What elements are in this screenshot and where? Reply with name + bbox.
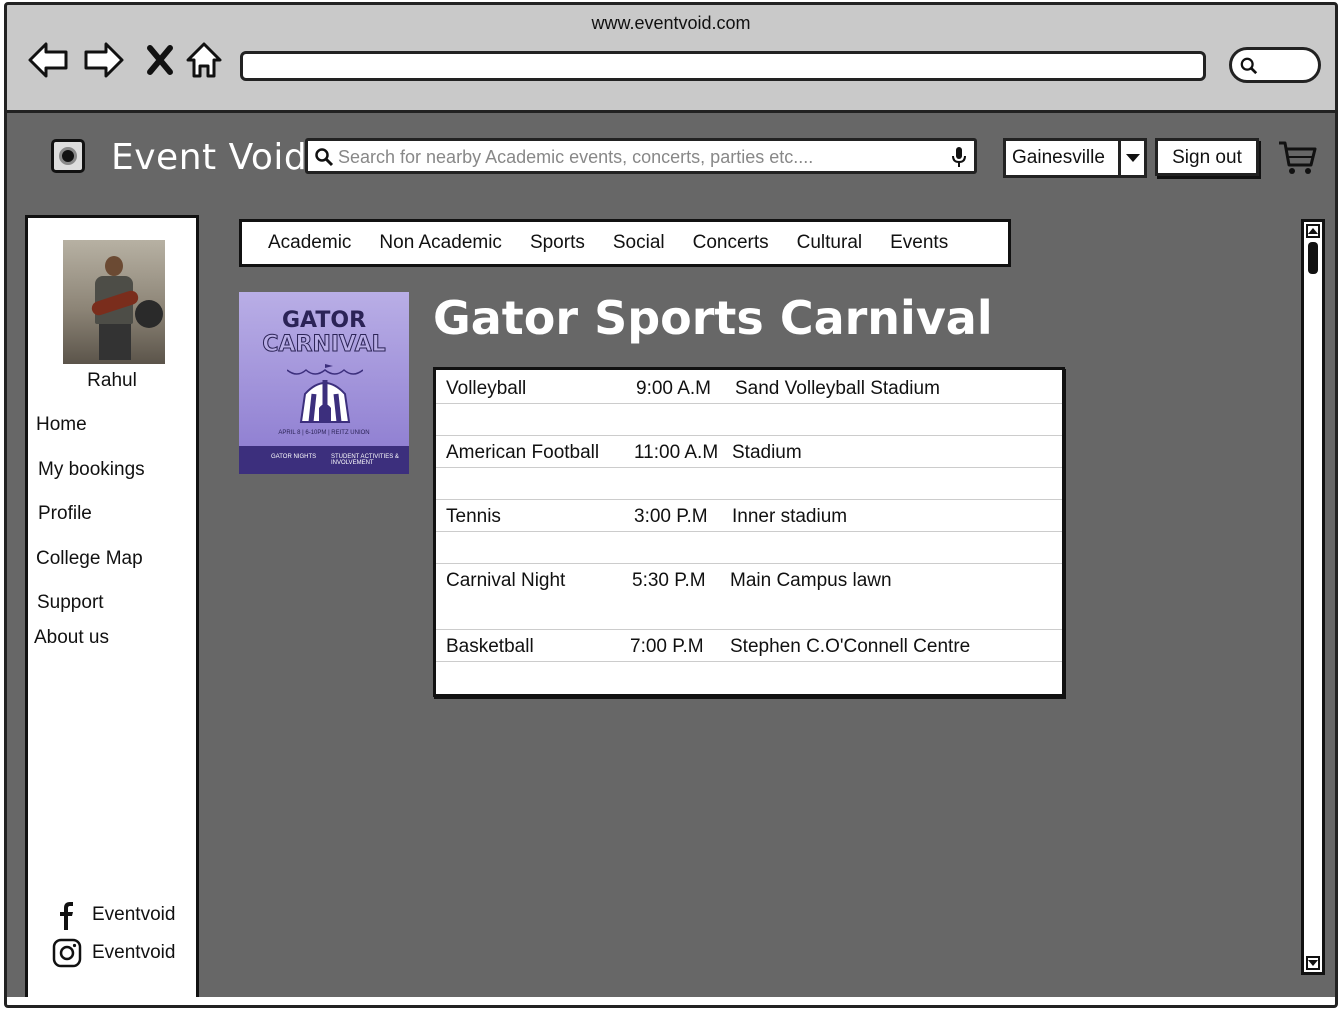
tab-cultural[interactable]: Cultural xyxy=(797,232,862,254)
scroll-down-icon[interactable] xyxy=(1306,956,1320,970)
tab-non-academic[interactable]: Non Academic xyxy=(379,232,502,254)
browser-search-field[interactable] xyxy=(1229,47,1321,83)
tab-social[interactable]: Social xyxy=(613,232,665,254)
city-selected-value: Gainesville xyxy=(1012,147,1105,168)
instagram-link[interactable]: Eventvoid xyxy=(52,938,175,968)
poster-details: APRIL 8 | 6-10PM | REITZ UNION xyxy=(278,430,370,436)
cart-icon[interactable] xyxy=(1277,139,1317,177)
instagram-icon xyxy=(52,938,82,968)
activity-time: 9:00 A.M xyxy=(636,378,711,399)
activity-name: American Football xyxy=(446,442,600,463)
activity-venue: Main Campus lawn xyxy=(730,570,892,591)
sidebar-item-profile[interactable]: Profile xyxy=(38,503,92,525)
poster-footer-right: STUDENT ACTIVITIES & INVOLVEMENT xyxy=(331,454,399,466)
poster-footer-left: GATOR NIGHTS xyxy=(271,454,317,460)
facebook-link[interactable]: Eventvoid xyxy=(52,900,175,930)
activity-venue: Stephen C.O'Connell Centre xyxy=(730,636,971,657)
table-row-spacer xyxy=(436,468,1062,500)
vertical-scrollbar[interactable] xyxy=(1301,219,1325,975)
activity-name: Tennis xyxy=(446,506,501,527)
activity-time: 11:00 A.M xyxy=(634,442,719,463)
browser-window: www.eventvoid.com Event Void Search for … xyxy=(4,2,1338,1008)
activity-venue: Stadium xyxy=(732,442,802,463)
chevron-down-icon[interactable] xyxy=(1118,141,1144,175)
avatar[interactable] xyxy=(63,240,165,364)
bottom-edge xyxy=(7,997,1335,1005)
event-search-input[interactable]: Search for nearby Academic events, conce… xyxy=(305,138,977,174)
brand-name[interactable]: Event Void xyxy=(111,137,307,178)
sidebar-item-my-bookings[interactable]: My bookings xyxy=(38,459,145,481)
search-placeholder: Search for nearby Academic events, conce… xyxy=(338,147,814,167)
table-row[interactable]: Carnival Night 5:30 P.M Main Campus lawn xyxy=(436,564,1062,630)
microphone-icon[interactable] xyxy=(950,146,968,168)
table-row[interactable]: American Football 11:00 A.M Stadium xyxy=(436,436,1062,468)
activity-name: Carnival Night xyxy=(446,570,566,591)
activity-time: 7:00 P.M xyxy=(630,636,704,657)
table-row[interactable]: Basketball 7:00 P.M Stephen C.O'Connell … xyxy=(436,630,1062,662)
sign-out-button[interactable]: Sign out xyxy=(1155,138,1259,176)
sidebar-item-home[interactable]: Home xyxy=(36,414,87,436)
tab-events[interactable]: Events xyxy=(890,232,948,254)
back-arrow-icon[interactable] xyxy=(25,37,71,83)
table-row-spacer xyxy=(436,532,1062,564)
address-bar[interactable] xyxy=(240,51,1206,81)
table-row[interactable]: Volleyball 9:00 A.M Sand Volleyball Stad… xyxy=(436,372,1062,404)
page-url: www.eventvoid.com xyxy=(591,13,751,33)
event-poster: GATOR CARNIVAL APRIL 8 | 6-10PM | REITZ … xyxy=(239,292,409,474)
facebook-label: Eventvoid xyxy=(92,904,176,925)
search-icon xyxy=(315,148,334,167)
schedule-table: Volleyball 9:00 A.M Sand Volleyball Stad… xyxy=(433,367,1065,697)
category-tabs: Academic Non Academic Sports Social Conc… xyxy=(239,219,1011,267)
city-dropdown[interactable]: Gainesville xyxy=(1003,138,1147,178)
activity-venue: Inner stadium xyxy=(732,506,848,527)
forward-arrow-icon[interactable] xyxy=(81,37,127,83)
event-title: Gator Sports Carnival xyxy=(433,291,993,345)
poster-title-line1: GATOR xyxy=(281,308,367,333)
table-row[interactable]: Tennis 3:00 P.M Inner stadium xyxy=(436,500,1062,532)
poster-title-line2: CARNIVAL xyxy=(262,332,386,358)
tab-sports[interactable]: Sports xyxy=(530,232,585,254)
search-icon xyxy=(1240,57,1258,75)
table-row-spacer xyxy=(436,404,1062,436)
activity-time: 5:30 P.M xyxy=(632,570,706,591)
facebook-icon xyxy=(60,902,73,930)
circus-tent-icon xyxy=(287,364,363,423)
activity-time: 3:00 P.M xyxy=(634,506,708,527)
sidebar-item-support[interactable]: Support xyxy=(37,592,104,614)
sidebar-item-about-us[interactable]: About us xyxy=(34,627,109,649)
scroll-up-icon[interactable] xyxy=(1306,224,1320,238)
tab-academic[interactable]: Academic xyxy=(268,232,351,254)
tab-concerts[interactable]: Concerts xyxy=(693,232,769,254)
instagram-label: Eventvoid xyxy=(92,942,176,963)
logo-icon[interactable] xyxy=(51,139,85,173)
scroll-thumb[interactable] xyxy=(1308,242,1318,274)
browser-toolbar: www.eventvoid.com xyxy=(7,5,1335,113)
home-icon[interactable] xyxy=(181,37,227,83)
activity-name: Volleyball xyxy=(446,378,527,399)
sidebar: Rahul Home My bookings Profile College M… xyxy=(25,215,199,1005)
activity-venue: Sand Volleyball Stadium xyxy=(735,378,940,399)
username: Rahul xyxy=(87,370,137,391)
poster-footer: GATOR NIGHTS STUDENT ACTIVITIES & INVOLV… xyxy=(239,446,409,474)
activity-name: Basketball xyxy=(446,636,534,657)
sidebar-item-college-map[interactable]: College Map xyxy=(36,548,143,570)
close-icon[interactable] xyxy=(137,37,183,83)
